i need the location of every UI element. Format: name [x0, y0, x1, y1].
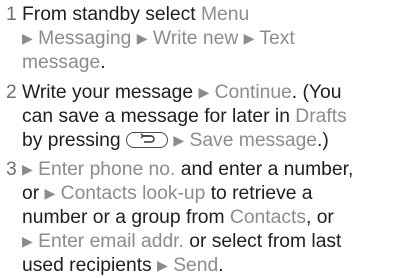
step-text-segment: or select from last: [183, 231, 342, 252]
step-text-segment: and enter a number,: [175, 159, 354, 180]
ui-term: Drafts: [295, 106, 347, 127]
arrow-right-icon: ▶: [198, 84, 210, 100]
back-key-icon: [125, 131, 168, 148]
ui-term: Messaging: [38, 28, 132, 49]
step-text-segment: by pressing: [22, 130, 126, 151]
step-line: From standby select Menu: [22, 3, 394, 27]
arrow-right-icon: ▶: [22, 233, 33, 249]
ui-term: Write new: [152, 28, 239, 49]
step-text-segment: .: [218, 255, 224, 276]
arrow-right-icon: ▶: [157, 257, 168, 273]
ui-term: Text: [259, 28, 295, 49]
ui-term: Continue: [214, 82, 292, 103]
ui-term: Save message: [189, 130, 318, 151]
step-text-segment: . (You: [291, 82, 342, 103]
arrow-right-icon: ▶: [136, 30, 148, 46]
step-text: From standby select Menu ▶ Messaging ▶ Wr…: [22, 3, 394, 75]
step-line: number or a group from Contacts, or: [22, 206, 394, 230]
arrow-right-icon: ▶: [243, 30, 255, 46]
step-line: or ▶ Contacts look-up to retrieve a: [22, 182, 394, 206]
step-text-segment: number or a group from: [22, 207, 230, 228]
step-number: 1: [6, 4, 17, 25]
step-text-segment: Write your message: [22, 82, 199, 103]
step-line: used recipients ▶ Send.: [22, 254, 394, 278]
ui-term: Menu: [200, 4, 250, 25]
step-line: message.: [22, 51, 394, 75]
step-text-segment: can save a message for later in: [22, 106, 296, 127]
arrow-right-icon: ▶: [22, 30, 33, 46]
ui-term: message: [22, 52, 101, 73]
step-number: 2: [6, 82, 17, 103]
ui-term: Contacts: [229, 207, 306, 228]
arrow-right-icon: ▶: [44, 185, 56, 201]
ui-term: Enter email addr.: [38, 231, 184, 252]
step-line: can save a message for later in Drafts: [22, 105, 394, 129]
step-line: ▶ Enter phone no. and enter a number,: [22, 158, 394, 182]
step-number: 3: [6, 159, 17, 180]
step-line: Write your message ▶ Continue. (You: [22, 81, 394, 105]
step-line: ▶ Enter email addr. or select from last: [22, 230, 394, 254]
step-line: by pressing ▶ Save message.): [22, 129, 394, 153]
ui-term: Enter phone no.: [38, 159, 176, 180]
ui-term: Contacts look-up: [60, 183, 206, 204]
step-line: ▶ Messaging ▶ Write new ▶ Text: [22, 27, 394, 51]
arrow-right-icon: ▶: [22, 161, 33, 177]
ui-term: Send: [173, 255, 219, 276]
step-text-segment: used recipients: [22, 255, 158, 276]
step-text: ▶ Enter phone no. and enter a number, or …: [22, 158, 394, 278]
step-text: Write your message ▶ Continue. (You can s…: [22, 81, 394, 153]
step-text-segment: , or: [306, 207, 334, 228]
step-text-segment: From standby select: [22, 4, 201, 25]
step-text-segment: to retrieve a: [205, 183, 313, 204]
step-text-segment: .): [317, 130, 329, 151]
arrow-right-icon: ▶: [173, 132, 185, 148]
step-text-segment: .: [100, 52, 106, 73]
step-text-segment: or: [22, 183, 45, 204]
